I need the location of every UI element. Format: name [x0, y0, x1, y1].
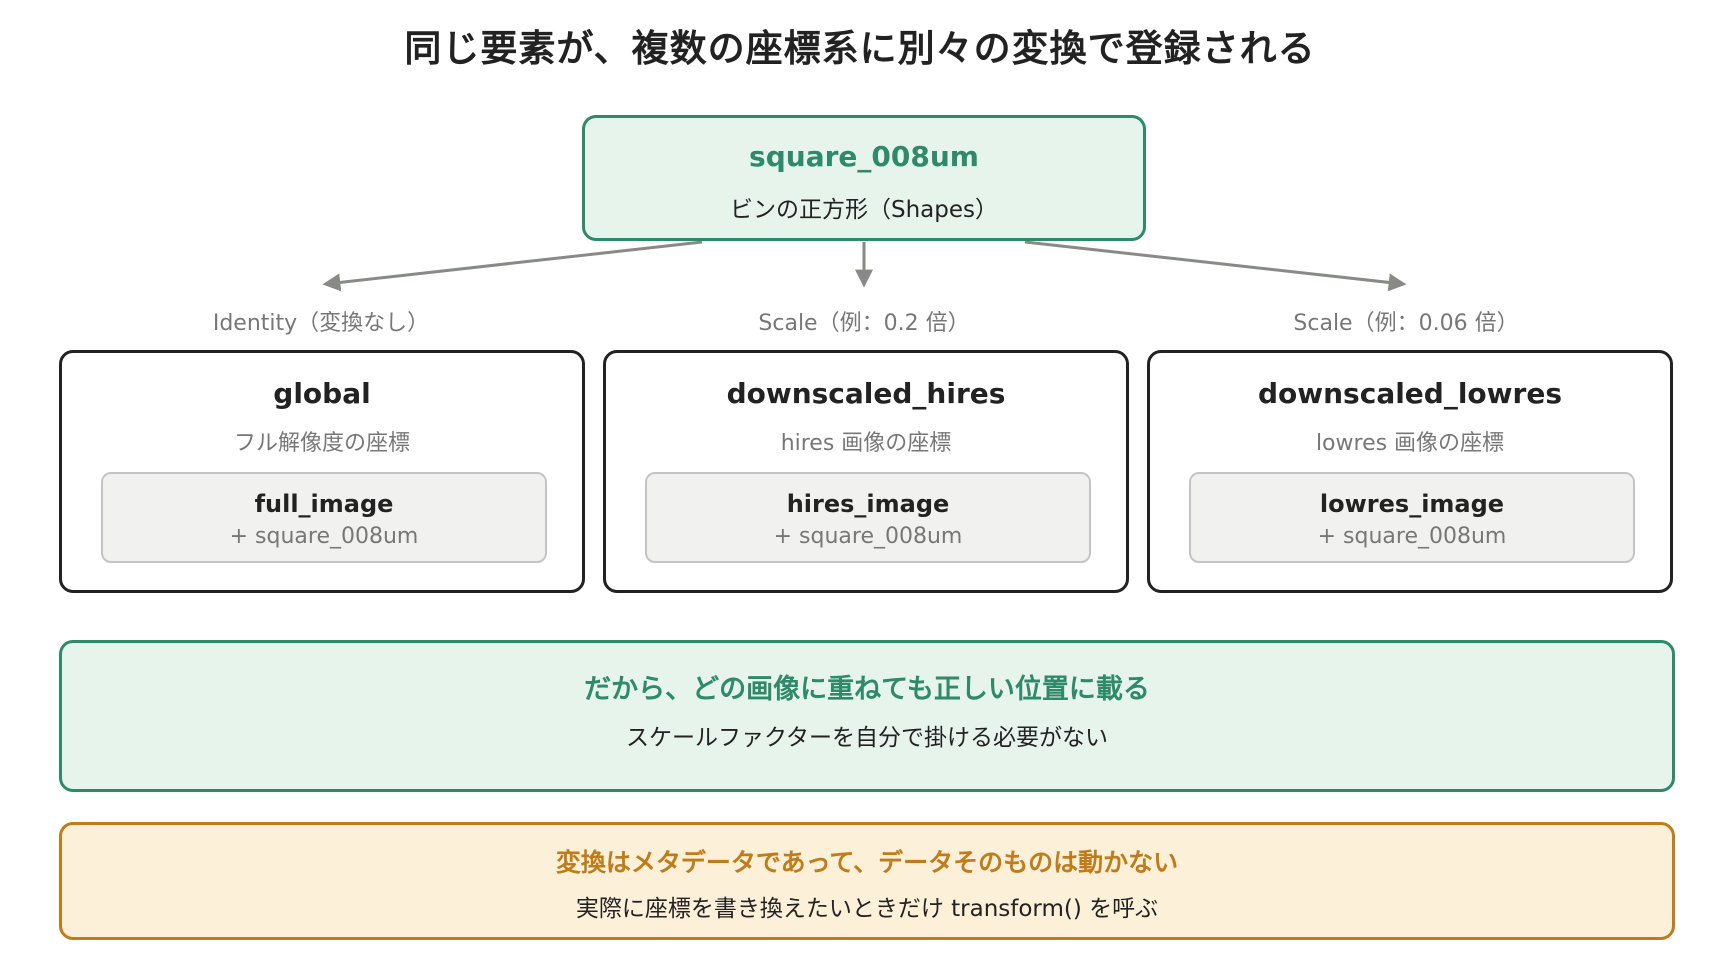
- coordinate-system-downscaled-lowres: downscaled_lowres lowres 画像の座標 lowres_im…: [1147, 350, 1673, 593]
- page-title: 同じ要素が、複数の座標系に別々の変換で登録される: [404, 27, 1316, 70]
- coordinate-system-name: downscaled_hires: [726, 377, 1006, 410]
- coordinate-system-downscaled-hires: downscaled_hires hires 画像の座標 hires_image…: [603, 350, 1129, 593]
- coordinate-system-name: global: [273, 377, 371, 410]
- shape-element-name: + square_008um: [773, 524, 963, 549]
- transform-label-scale-lowres: Scale（例：0.06 倍）: [1293, 311, 1519, 336]
- transform-label-scale-hires: Scale（例：0.2 倍）: [758, 311, 970, 336]
- registered-elements-box: full_image + square_008um: [101, 472, 547, 563]
- source-element-box: square_008um ビンの正方形（Shapes）: [582, 115, 1146, 241]
- coordinate-system-global: global フル解像度の座標 full_image + square_008u…: [59, 350, 585, 593]
- coordinate-system-description: フル解像度の座標: [233, 431, 410, 456]
- arrow-to-downscaled-lowres: [1024, 240, 1407, 292]
- callout-title: だから、どの画像に重ねても正しい位置に載る: [584, 674, 1150, 705]
- transform-label-identity: Identity（変換なし）: [212, 311, 430, 336]
- shape-element-name: + square_008um: [1317, 524, 1507, 549]
- callout-title: 変換はメタデータであって、データそのものは動かない: [555, 848, 1179, 877]
- callout-subtitle: スケールファクターを自分で掛ける必要がない: [625, 725, 1109, 751]
- shape-element-name: + square_008um: [229, 524, 419, 549]
- image-element-name: hires_image: [786, 490, 950, 518]
- callout-subtitle: 実際に座標を書き換えたいときだけ transform() を呼ぶ: [575, 896, 1159, 922]
- registered-elements-box: lowres_image + square_008um: [1189, 472, 1635, 563]
- coordinate-system-description: lowres 画像の座標: [1315, 431, 1505, 456]
- callout-transform-metadata: 変換はメタデータであって、データそのものは動かない 実際に座標を書き換えたいとき…: [59, 822, 1675, 940]
- arrow-to-global: [322, 240, 703, 292]
- source-element-description: ビンの正方形（Shapes）: [729, 197, 998, 223]
- registered-elements-box: hires_image + square_008um: [645, 472, 1091, 563]
- coordinate-system-name: downscaled_lowres: [1257, 377, 1563, 410]
- image-element-name: lowres_image: [1319, 490, 1505, 518]
- image-element-name: full_image: [254, 490, 394, 518]
- coordinate-system-description: hires 画像の座標: [780, 431, 952, 456]
- callout-correct-overlay: だから、どの画像に重ねても正しい位置に載る スケールファクターを自分で掛ける必要…: [59, 640, 1675, 792]
- source-element-name: square_008um: [749, 140, 979, 173]
